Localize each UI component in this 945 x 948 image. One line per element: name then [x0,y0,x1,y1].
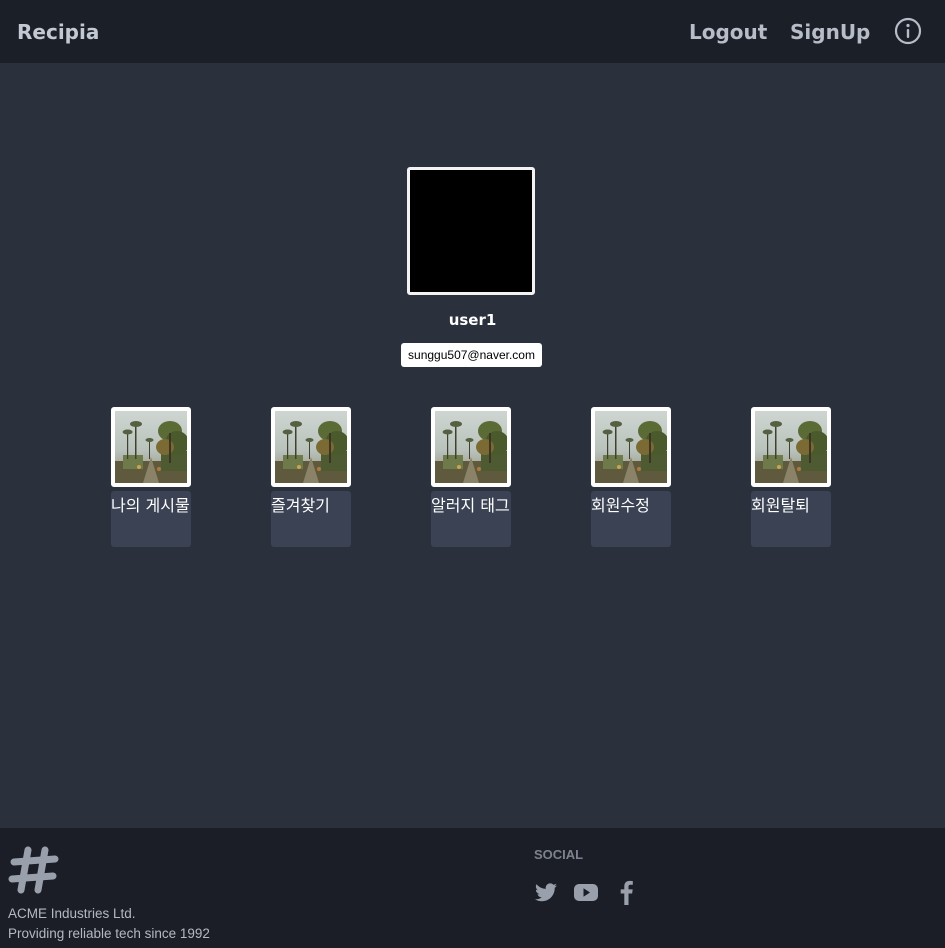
menu-item-label: 회원수정 [591,491,671,547]
navbar: Recipia Logout SignUp [0,0,945,63]
hash-logo-icon [8,844,60,896]
facebook-icon[interactable] [614,878,640,906]
info-circle-icon[interactable] [893,16,923,46]
menu-item-my-posts[interactable]: 나의 게시물 [111,407,191,547]
footer: ACME Industries Ltd. Providing reliable … [0,828,945,948]
email-badge: sunggu507@naver.com [401,343,542,367]
username: user1 [448,311,497,329]
menu-item-label: 즐겨찾기 [271,491,351,547]
social-title: SOCIAL [534,847,584,862]
menu-item-favorites[interactable]: 즐겨찾기 [271,407,351,547]
menu-item-label: 나의 게시물 [111,491,191,547]
company-name: ACME Industries Ltd. [8,906,136,921]
brand-logo-link[interactable]: Recipia [17,20,99,44]
youtube-icon[interactable] [573,878,599,906]
palm-street-thumbnail [111,407,191,487]
menu-item-label: 회원탈퇴 [751,491,831,547]
menu-item-edit-account[interactable]: 회원수정 [591,407,671,547]
palm-street-thumbnail [271,407,351,487]
profile-main: user1 sunggu507@naver.com 나의 게시물 즐겨찾기 알러… [0,63,945,828]
signup-link[interactable]: SignUp [790,20,870,44]
menu-item-delete-account[interactable]: 회원탈퇴 [751,407,831,547]
company-tagline: Providing reliable tech since 1992 [8,926,210,941]
menu-item-label: 알러지 태그 [431,491,511,547]
palm-street-thumbnail [591,407,671,487]
palm-street-thumbnail [751,407,831,487]
twitter-icon[interactable] [533,878,559,906]
company-info: ACME Industries Ltd. Providing reliable … [8,904,210,944]
avatar [407,167,535,295]
logout-link[interactable]: Logout [689,20,767,44]
menu-item-allergy-tags[interactable]: 알러지 태그 [431,407,511,547]
palm-street-thumbnail [431,407,511,487]
